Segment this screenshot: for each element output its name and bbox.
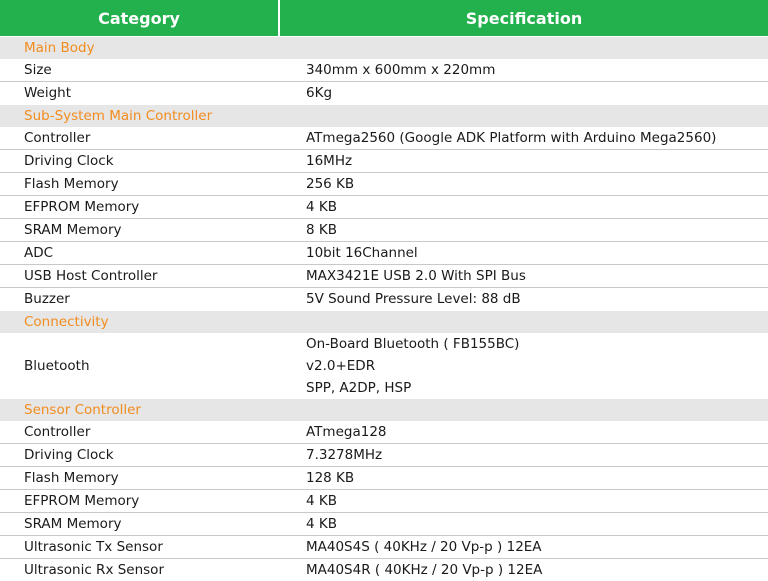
specification-cell: 340mm x 600mm x 220mm [282,59,768,81]
specification-value: v2.0+EDR [306,357,376,374]
table-row: Flash Memory 128 KB [0,466,768,489]
specification-cell: 7.3278MHz [282,444,768,466]
specification-cell: 16MHz [282,150,768,172]
category-cell: SRAM Memory [24,222,122,238]
section-title: Sensor Controller [0,398,768,421]
category-cell: Ultrasonic Tx Sensor [24,539,163,555]
specification-value: 4 KB [306,199,337,215]
specification-cell: MA40S4S ( 40KHz / 20 Vp-p ) 12EA [282,536,768,558]
category-cell: Flash Memory [24,176,119,192]
specification-header: Specification [465,8,583,28]
section-title: Connectivity [0,310,768,333]
specification-value: SPP, A2DP, HSP [306,379,412,396]
table-row: Bluetooth On-Board Bluetooth ( FB155BC) v2… [0,333,768,398]
specification-value: 10bit 16Channel [306,245,418,261]
category-cell: USB Host Controller [24,268,158,284]
table-header: Category Specification [0,0,768,36]
specification-value: 7.3278MHz [306,447,383,463]
specification-cell: 10bit 16Channel [282,242,768,264]
specification-cell: 4 KB [282,196,768,218]
specification-value: 4 KB [306,493,337,509]
table-row: Buzzer 5V Sound Pressure Level: 88 dB [0,287,768,310]
table-row: Driving Clock 16MHz [0,149,768,172]
specification-value: 128 KB [306,470,355,486]
table-row: Driving Clock 7.3278MHz [0,443,768,466]
table-row: ADC 10bit 16Channel [0,241,768,264]
table-row: Ultrasonic Tx Sensor MA40S4S ( 40KHz / 20… [0,535,768,558]
table-row: Controller ATmega2560 (Google ADK Platfor… [0,127,768,149]
section-title: Main Body [0,36,768,59]
specification-cell: On-Board Bluetooth ( FB155BC) v2.0+EDR SPP… [282,333,768,398]
category-cell: Ultrasonic Rx Sensor [24,562,164,578]
category-cell: Controller [24,130,91,146]
category-cell: Controller [24,424,91,440]
specification-cell: ATmega128 [282,421,768,443]
specification-value: 16MHz [306,153,353,169]
specification-value: 340mm x 600mm x 220mm [306,62,496,78]
specification-value: 6Kg [306,85,333,101]
specification-cell: MAX3421E USB 2.0 With SPI Bus [282,265,768,287]
table-row: EFPROM Memory 4 KB [0,489,768,512]
category-cell: Driving Clock [24,447,114,463]
spec-table: Category Specification Main Body Size 340m… [0,0,768,581]
specification-value: MAX3421E USB 2.0 With SPI Bus [306,268,526,284]
category-cell: ADC [24,245,54,261]
category-cell: Flash Memory [24,470,119,486]
category-cell: EFPROM Memory [24,493,140,509]
table-row: Weight 6Kg [0,81,768,104]
specification-value: On-Board Bluetooth ( FB155BC) [306,335,520,352]
category-cell: SRAM Memory [24,516,122,532]
table-row: Size 340mm x 600mm x 220mm [0,59,768,81]
category-cell: Driving Clock [24,153,114,169]
specification-cell: 6Kg [282,82,768,104]
specification-value: ATmega2560 (Google ADK Platform with Ard… [306,130,717,146]
specification-cell: MA40S4R ( 40KHz / 20 Vp-p ) 12EA [282,559,768,581]
category-header: Category [0,0,280,36]
specification-value: MA40S4R ( 40KHz / 20 Vp-p ) 12EA [306,562,543,578]
specification-value: 4 KB [306,516,337,532]
category-cell: Weight [24,85,72,101]
table-body: Main Body Size 340mm x 600mm x 220mm Weight… [0,36,768,581]
specification-value: ATmega128 [306,424,387,440]
section-title: Sub-System Main Controller [0,104,768,127]
category-cell: Bluetooth [24,357,90,374]
specification-cell: 128 KB [282,467,768,489]
table-row: EFPROM Memory 4 KB [0,195,768,218]
specification-cell: 4 KB [282,513,768,535]
table-row: Ultrasonic Rx Sensor MA40S4R ( 40KHz / 20… [0,558,768,581]
specification-cell: 4 KB [282,490,768,512]
category-cell: EFPROM Memory [24,199,140,215]
specification-cell: 8 KB [282,219,768,241]
specification-value: MA40S4S ( 40KHz / 20 Vp-p ) 12EA [306,539,542,555]
category-cell: Size [24,62,52,78]
specification-cell: ATmega2560 (Google ADK Platform with Ard… [282,127,768,149]
specification-value: 5V Sound Pressure Level: 88 dB [306,291,521,307]
specification-cell: 256 KB [282,173,768,195]
table-row: SRAM Memory 4 KB [0,512,768,535]
table-row: SRAM Memory 8 KB [0,218,768,241]
category-cell: Buzzer [24,291,70,307]
specification-value: 256 KB [306,176,355,192]
specification-cell: 5V Sound Pressure Level: 88 dB [282,288,768,310]
table-row: Controller ATmega128 [0,421,768,443]
table-row: USB Host Controller MAX3421E USB 2.0 With… [0,264,768,287]
table-row: Flash Memory 256 KB [0,172,768,195]
specification-value: 8 KB [306,222,337,238]
